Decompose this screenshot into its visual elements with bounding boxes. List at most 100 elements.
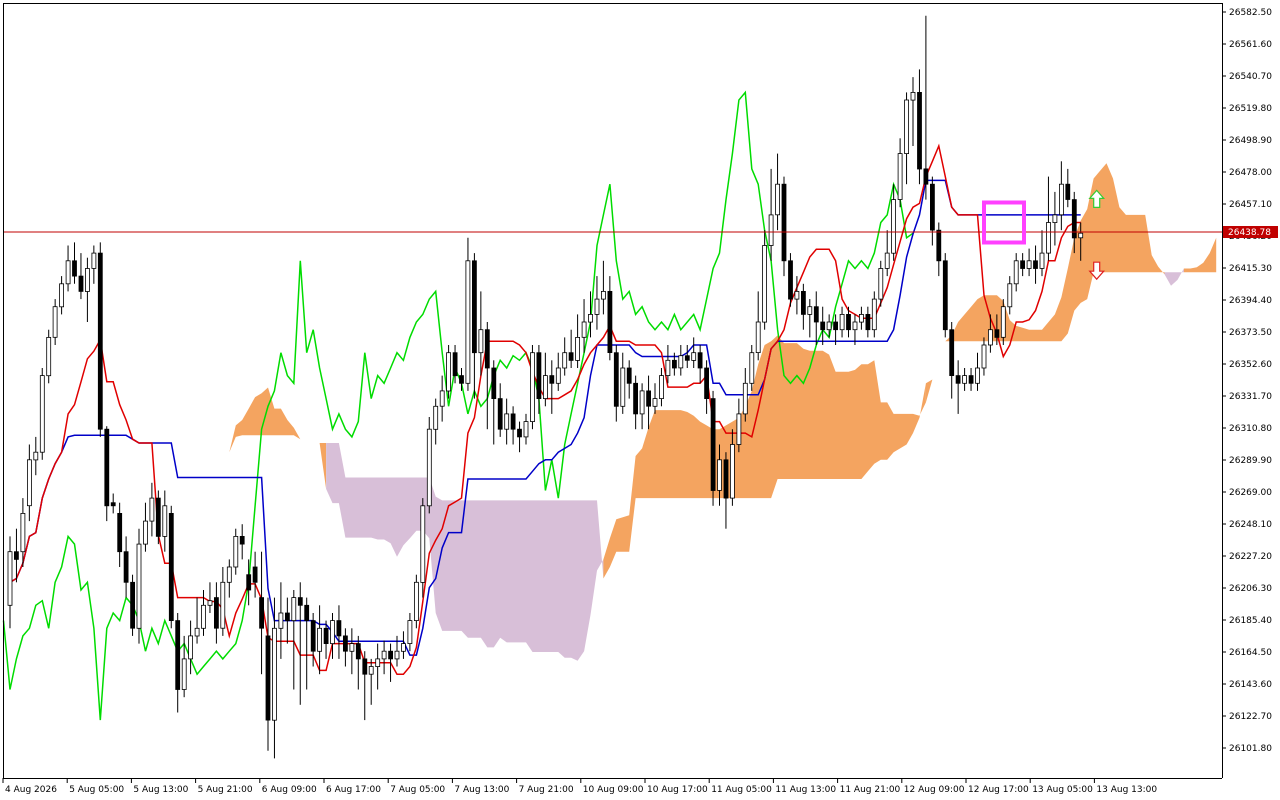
candle-bull [665,359,671,376]
candle-bear [297,597,303,606]
candle-bear [813,306,819,323]
candle-bear [459,375,464,384]
candle-bear [917,92,922,170]
candle-bull [291,597,297,621]
candle-bull [891,199,896,254]
x-tick-label: 4 Aug 2026 [5,785,57,795]
candle-bull [368,666,374,675]
candle-bull [530,352,535,423]
candle-bear [968,375,974,384]
candle-bull [46,336,52,377]
candle-bull [962,375,967,384]
candle-bull [826,321,832,331]
candle-bull [659,375,664,400]
candle-bear [672,359,677,369]
y-tick-label: 26289.90 [1229,456,1272,466]
candle-bull [1059,183,1064,216]
candle-bear [13,551,19,560]
candle-bull [678,355,684,369]
candle-bear [955,375,961,384]
candle-bear [1033,260,1038,269]
candle-bull [768,214,774,246]
candle-bear [484,329,490,369]
x-tick-label: 5 Aug 21:00 [198,785,253,795]
y-tick-label: 26143.60 [1229,680,1272,690]
candle-bear [781,183,787,262]
candle-bull [207,600,213,606]
candle-bull [620,367,626,407]
candle-bear [239,536,245,545]
candle-bear [536,352,542,400]
y-tick-label: 26478.00 [1229,168,1272,178]
y-tick-label: 26498.90 [1229,136,1272,146]
candle-bull [981,344,987,369]
candle-bear [284,612,290,622]
x-tick-label: 7 Aug 21:00 [519,785,574,795]
candle-bear [497,398,503,430]
candle-bear [130,581,136,629]
candle-bull [839,313,845,331]
current-price-label: 26438.78 [1228,228,1271,238]
y-tick-label: 26227.20 [1229,552,1272,562]
candle-bull [143,520,148,545]
candle-bear [820,321,826,331]
candle-bear [865,313,871,331]
candle-bull [349,643,355,652]
candle-bull [884,252,890,269]
candle-bull [594,298,600,315]
x-tick-label: 12 Aug 17:00 [968,785,1029,795]
candle-bull [413,581,419,621]
candle-bear [123,551,129,583]
candle-bear [723,459,729,499]
candle-bull [601,290,606,300]
candle-bull [852,321,858,331]
candle-bear [613,352,619,407]
candle-bull [878,268,884,300]
candle-bear [246,574,252,591]
candle-bull [717,459,722,491]
candle-bull [317,627,323,652]
y-tick-label: 26352.60 [1229,360,1272,370]
candle-bull [543,375,548,400]
candle-bull [59,283,64,308]
candle-bear [168,513,174,622]
candle-bull [736,413,742,445]
candle-bear [388,650,394,660]
candle-bull [897,153,903,200]
candle-bear [304,604,310,621]
candle-bull [1046,222,1051,254]
candle-bear [310,620,316,652]
ichimoku-chart[interactable]: 26582.50 26561.60 26540.70 26519.80 26498.90… [0,0,1280,800]
candle-bull [220,581,226,629]
candle-bear [104,428,110,507]
y-tick-label: 26457.10 [1229,200,1272,210]
candle-bull [446,352,452,392]
candle-bull [375,658,381,668]
candle-bear [471,260,477,354]
y-tick-label: 26206.30 [1229,584,1272,594]
y-tick-label: 26561.60 [1229,40,1272,50]
candle-bull [1000,306,1006,338]
candle-bear [342,635,348,652]
candle-bear [949,329,955,377]
candle-bear [252,566,258,583]
chart-area[interactable]: 26582.50 26561.60 26540.70 26519.80 26498.90… [0,0,1280,800]
candle-bear [801,290,806,315]
candle-bear [607,290,613,353]
x-tick-label: 6 Aug 09:00 [262,785,317,795]
candle-bear [175,620,181,690]
candle-bull [400,643,406,652]
x-tick-label: 10 Aug 09:00 [583,785,644,795]
x-tick-label: 10 Aug 17:00 [647,785,708,795]
candle-bull [904,99,909,154]
candle-bear [491,367,497,400]
candle-bear [355,643,361,660]
candle-bear [833,321,838,331]
candle-bull [381,650,387,660]
candle-bear [710,398,716,491]
x-tick-label: 6 Aug 17:00 [326,785,381,795]
x-tick-label: 5 Aug 13:00 [133,785,188,795]
candle-bull [426,428,432,507]
candle-bear [110,502,116,507]
x-tick-label: 12 Aug 09:00 [904,785,965,795]
